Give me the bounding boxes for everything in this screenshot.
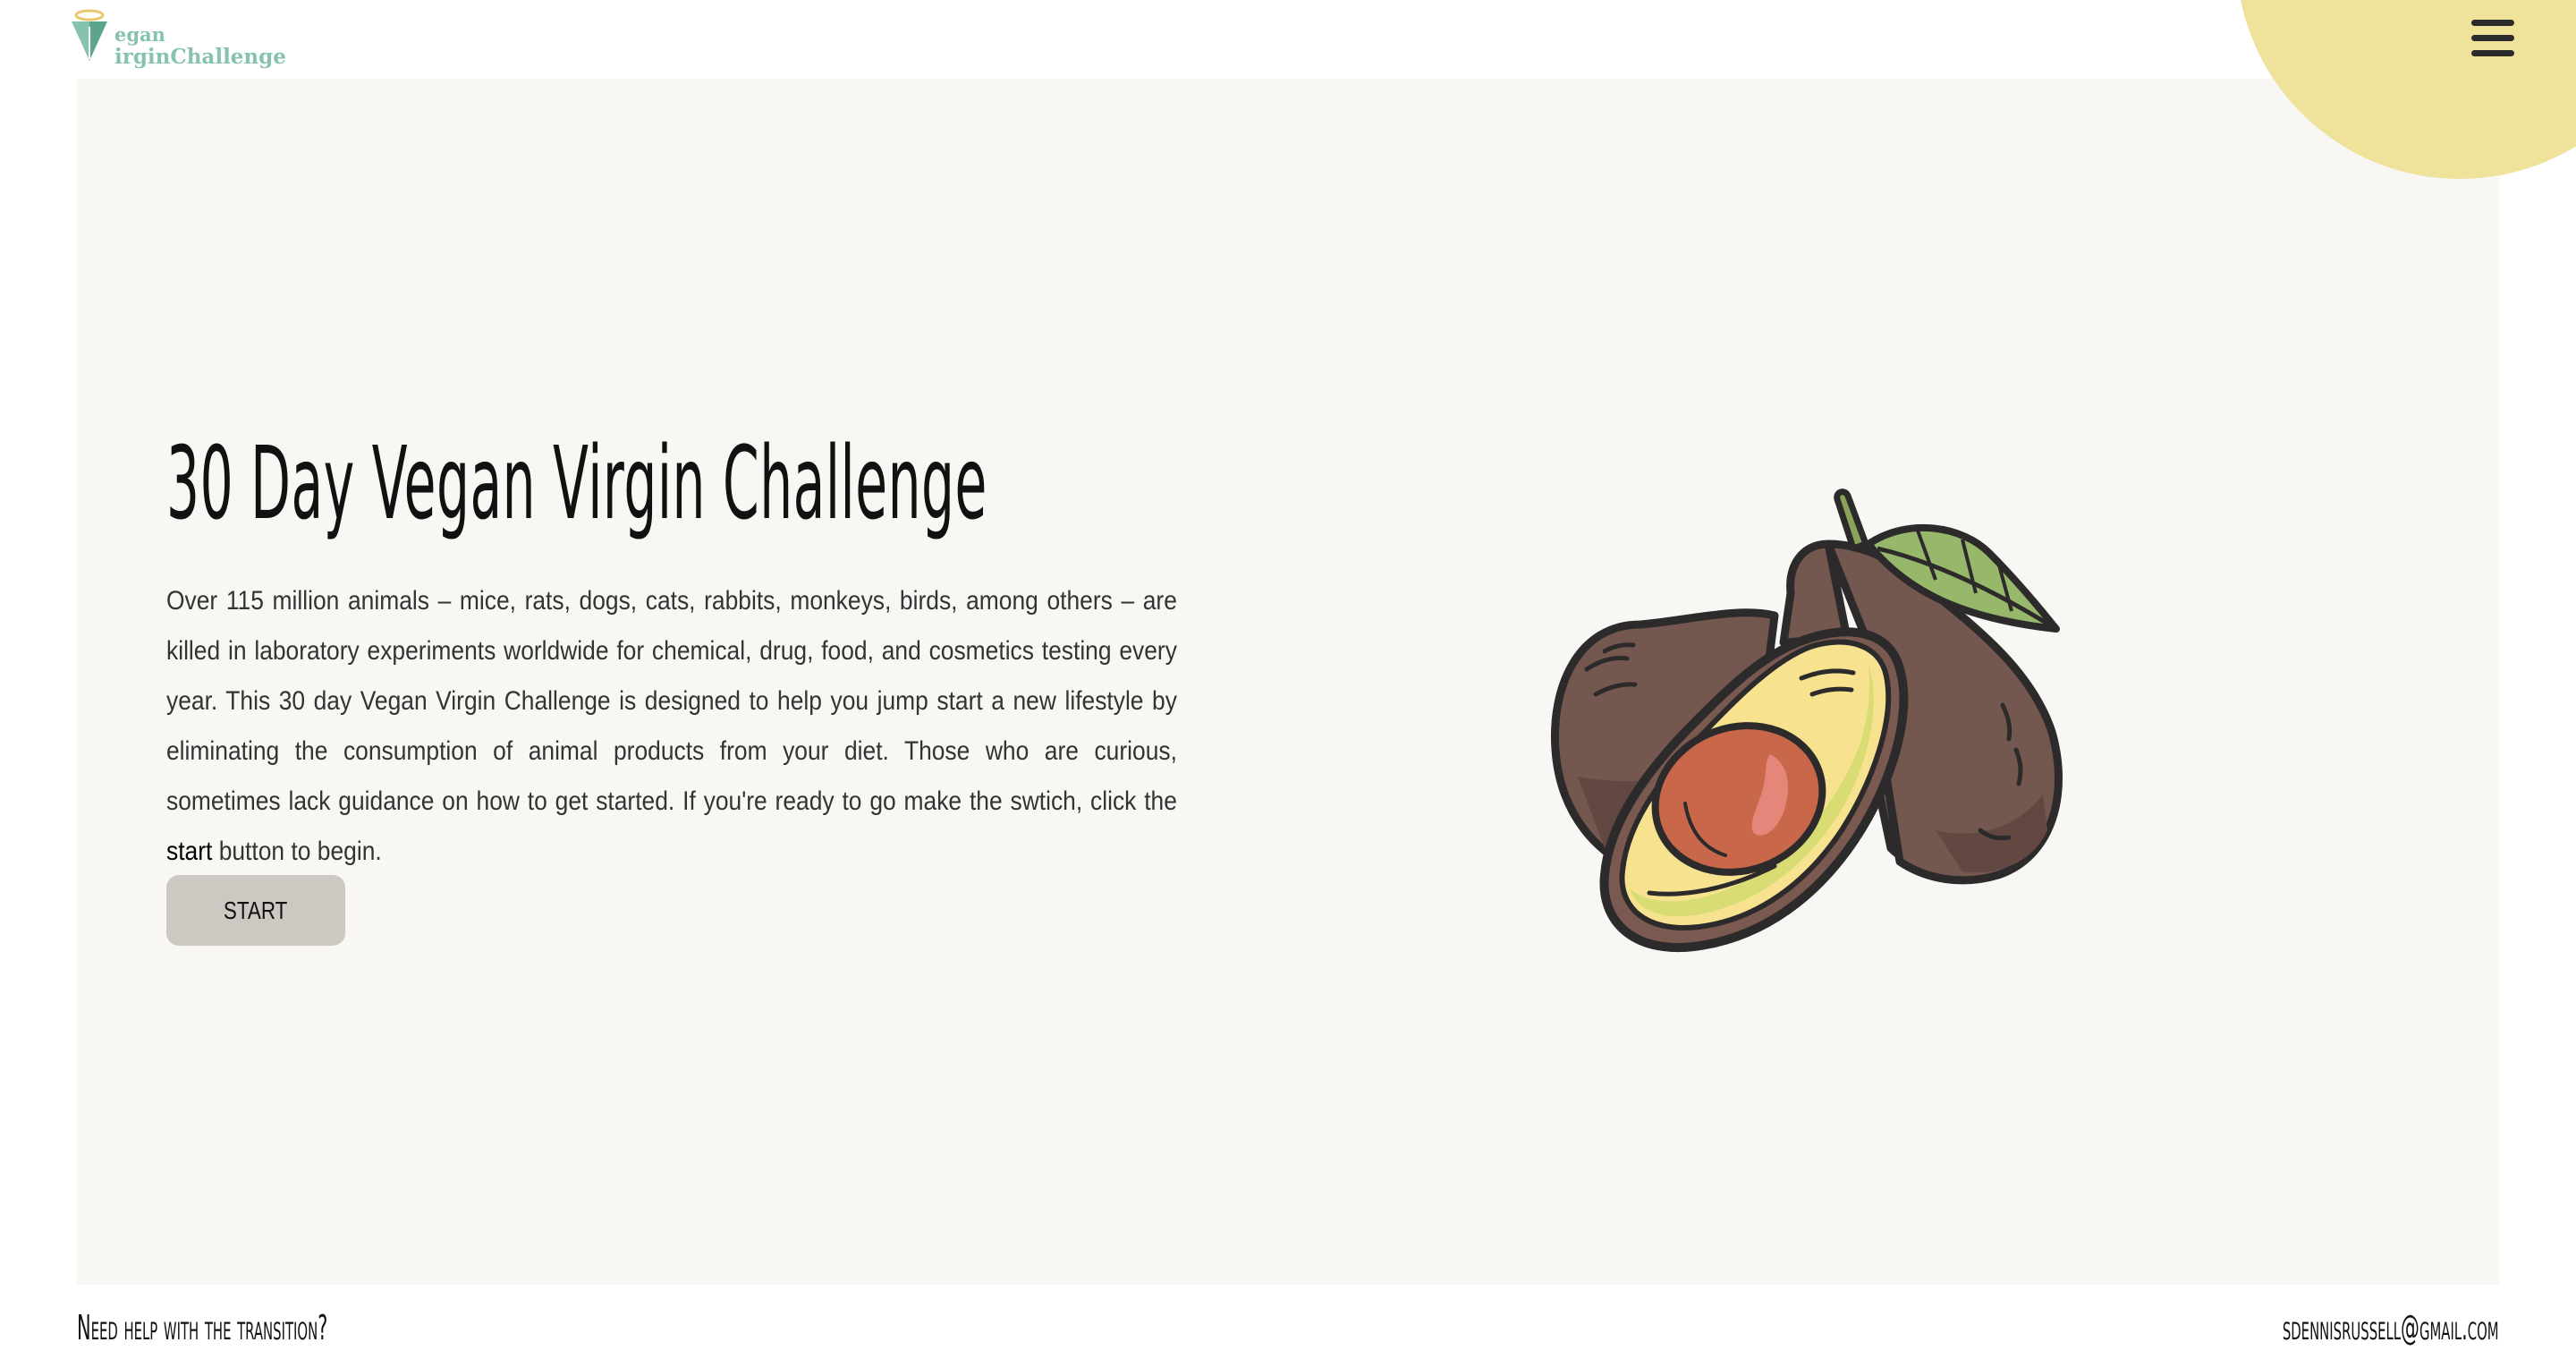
footer-email-link[interactable]: sdennisrussell@gmail.com [2283,1308,2499,1347]
hamburger-menu-icon[interactable] [2471,20,2516,59]
start-button[interactable]: START [166,875,345,946]
menu-bar-top [2471,20,2514,26]
site-logo[interactable]: egan irginChallenge [70,9,286,69]
menu-bar-bottom [2471,50,2514,56]
avocado-illustration [1550,489,2063,953]
page-footer: Need help with the transition? sdennisru… [77,1285,2499,1368]
hero-section: 30 Day Vegan Virgin Challenge Over 115 m… [77,79,2499,1285]
hero-description: Over 115 million animals – mice, rats, d… [166,576,1177,877]
hero-description-end: button to begin. [212,837,382,866]
hero-description-emphasis: start [166,837,213,866]
hero-description-start: Over 115 million animals – mice, rats, d… [166,586,1177,816]
logo-v-heart-icon [72,9,107,61]
logo-text-line1: egan [114,23,165,46]
logo-text-line2: irginChallenge [114,45,286,69]
page-title: 30 Day Vegan Virgin Challenge [166,426,987,542]
footer-help-text: Need help with the transition? [77,1308,328,1347]
menu-bar-middle [2471,35,2514,41]
start-button-label: START [224,896,288,924]
